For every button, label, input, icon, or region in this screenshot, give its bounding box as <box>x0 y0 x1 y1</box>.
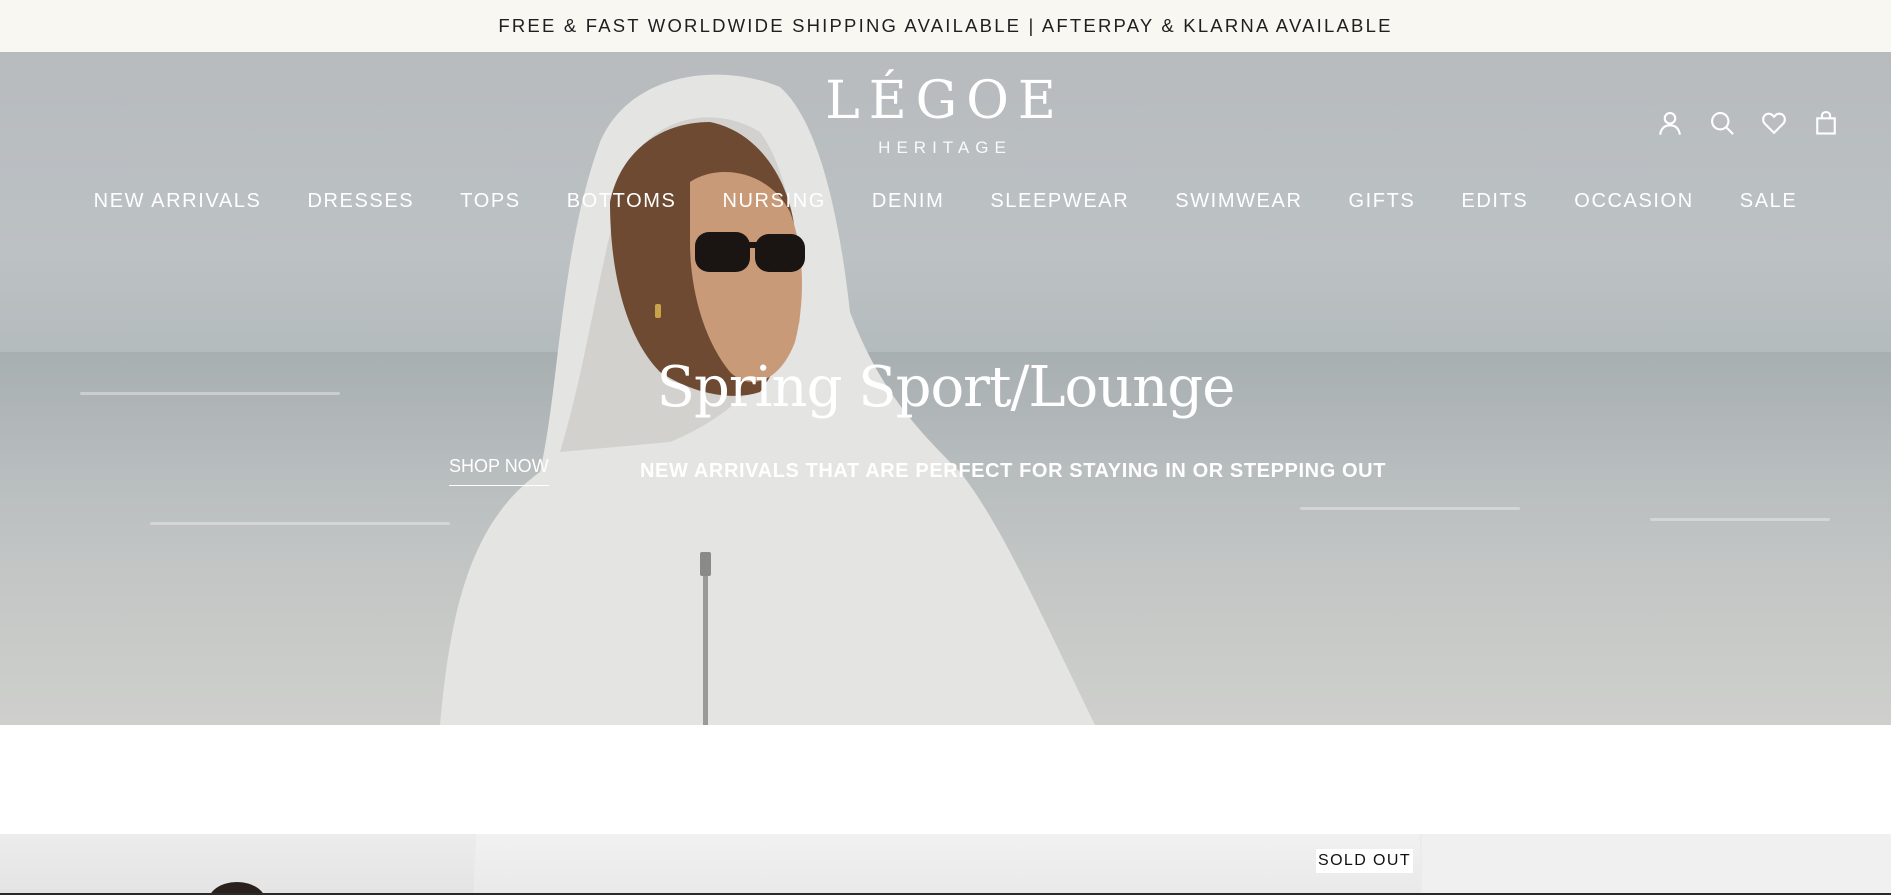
announcement-text: FREE & FAST WORLDWIDE SHIPPING AVAILABLE… <box>498 15 1393 36</box>
product-card[interactable]: SOLD OUT <box>476 834 1690 895</box>
brand-logo[interactable]: LÉGOE HERITAGE <box>800 70 1090 158</box>
brand-subtitle: HERITAGE <box>878 138 1012 157</box>
hero-subtitle: NEW ARRIVALS THAT ARE PERFECT FOR STAYIN… <box>640 460 1387 482</box>
sold-out-badge: SOLD OUT <box>1316 849 1413 873</box>
shop-now-link[interactable]: SHOP NOW <box>449 456 549 486</box>
search-icon[interactable] <box>1707 108 1737 138</box>
nav-item-occasion[interactable]: OCCASION <box>1574 190 1693 213</box>
account-icon[interactable] <box>1655 108 1685 138</box>
nav-item-swimwear[interactable]: SWIMWEAR <box>1175 190 1302 213</box>
nav-item-nursing[interactable]: NURSING <box>722 190 825 213</box>
nav-item-sleepwear[interactable]: SLEEPWEAR <box>990 190 1129 213</box>
hero-banner[interactable]: LÉGOE HERITAGE NEW ARRIVALS DRESSES TOPS… <box>0 52 1891 725</box>
nav-item-bottoms[interactable]: BOTTOMS <box>567 190 677 213</box>
header-icons <box>1655 108 1841 138</box>
nav-item-tops[interactable]: TOPS <box>460 190 521 213</box>
nav-item-sale[interactable]: SALE <box>1740 190 1798 213</box>
announcement-bar: FREE & FAST WORLDWIDE SHIPPING AVAILABLE… <box>0 0 1891 52</box>
brand-name: LÉGOE <box>825 71 1065 131</box>
nav-item-edits[interactable]: EDITS <box>1461 190 1528 213</box>
product-card[interactable] <box>1422 834 1891 895</box>
nav-item-gifts[interactable]: GIFTS <box>1348 190 1415 213</box>
nav-item-new-arrivals[interactable]: NEW ARRIVALS <box>94 190 262 213</box>
product-card[interactable] <box>0 834 474 895</box>
nav-item-dresses[interactable]: DRESSES <box>307 190 414 213</box>
wishlist-heart-icon[interactable] <box>1759 108 1789 138</box>
nav-item-denim[interactable]: DENIM <box>872 190 944 213</box>
hero-title: Spring Sport/Lounge <box>656 355 1236 420</box>
product-grid: SOLD OUT <box>0 834 1891 895</box>
cart-bag-icon[interactable] <box>1811 108 1841 138</box>
main-navigation: NEW ARRIVALS DRESSES TOPS BOTTOMS NURSIN… <box>0 190 1891 213</box>
